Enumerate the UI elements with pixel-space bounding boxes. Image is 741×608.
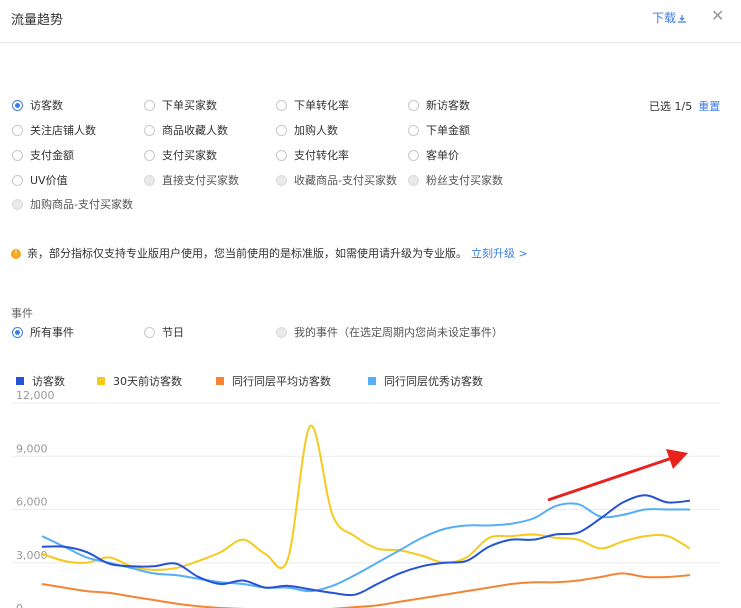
radio-button[interactable] bbox=[12, 150, 23, 161]
option-label: 下单转化率 bbox=[294, 99, 349, 112]
legend-label: 同行同层平均访客数 bbox=[232, 375, 331, 388]
legend-label: 同行同层优秀访客数 bbox=[384, 375, 483, 388]
radio-button[interactable] bbox=[12, 175, 23, 186]
radio-button bbox=[12, 199, 23, 210]
y-tick-label: 9,000 bbox=[16, 442, 48, 455]
y-tick-label: 6,000 bbox=[16, 496, 48, 509]
radio-button[interactable] bbox=[276, 125, 287, 136]
download-button[interactable]: 下载 bbox=[652, 9, 687, 26]
legend-swatch bbox=[97, 377, 105, 385]
radio-button[interactable] bbox=[12, 125, 23, 136]
notice-text: 亲，部分指标仅支持专业版用户使用，您当前使用的是标准版，如需使用请升级为专业版。 bbox=[27, 247, 467, 260]
radio-button bbox=[144, 175, 155, 186]
option-label: 收藏商品-支付买家数 bbox=[294, 174, 397, 187]
legend-swatch bbox=[16, 377, 24, 385]
close-icon[interactable]: ✕ bbox=[711, 6, 724, 25]
radio-button[interactable] bbox=[144, 327, 155, 338]
option-label: 节日 bbox=[162, 326, 184, 339]
legend-item[interactable]: 30天前访客数 bbox=[97, 373, 182, 389]
download-label: 下载 bbox=[652, 11, 677, 25]
panel-header: 流量趋势 下载 ✕ bbox=[0, 0, 741, 43]
option-label: 加购人数 bbox=[294, 124, 338, 137]
option-label: UV价值 bbox=[30, 174, 68, 187]
radio-button[interactable] bbox=[12, 100, 23, 111]
radio-button[interactable] bbox=[408, 100, 419, 111]
radio-button bbox=[276, 175, 287, 186]
radio-button bbox=[408, 175, 419, 186]
events-label: 事件 bbox=[11, 307, 33, 320]
upgrade-link[interactable]: 立刻升级 > bbox=[471, 247, 528, 260]
option-label: 下单金额 bbox=[426, 124, 470, 137]
option-label: 新访客数 bbox=[426, 99, 470, 112]
option-label: 支付买家数 bbox=[162, 149, 217, 162]
y-tick-label: 3,000 bbox=[16, 549, 48, 562]
selected-count: 已选 1/5 bbox=[649, 100, 693, 113]
series-line bbox=[41, 425, 691, 571]
radio-button[interactable] bbox=[408, 125, 419, 136]
radio-button[interactable] bbox=[276, 150, 287, 161]
option-label: 直接支付买家数 bbox=[162, 174, 239, 187]
annotation-arrow bbox=[547, 456, 673, 502]
radio-button[interactable] bbox=[12, 327, 23, 338]
legend-label: 30天前访客数 bbox=[113, 375, 182, 388]
radio-button bbox=[276, 327, 287, 338]
page-title: 流量趋势 bbox=[11, 13, 64, 28]
legend-label: 访客数 bbox=[32, 375, 65, 388]
option-label: 所有事件 bbox=[30, 326, 74, 339]
option-label: 客单价 bbox=[426, 149, 459, 162]
option-label: 关注店铺人数 bbox=[30, 124, 96, 137]
legend-item[interactable]: 同行同层平均访客数 bbox=[216, 373, 331, 389]
option-label: 下单买家数 bbox=[162, 99, 217, 112]
radio-button[interactable] bbox=[276, 100, 287, 111]
option-label: 支付转化率 bbox=[294, 149, 349, 162]
download-icon bbox=[678, 14, 687, 23]
reset-link[interactable]: 重置 bbox=[698, 100, 720, 113]
option-label: 我的事件（在选定周期内您尚未设定事件） bbox=[294, 326, 503, 339]
legend-swatch bbox=[216, 377, 224, 385]
option-label: 访客数 bbox=[30, 99, 63, 112]
radio-button[interactable] bbox=[408, 150, 419, 161]
radio-button[interactable] bbox=[144, 125, 155, 136]
y-tick-label: 12,000 bbox=[16, 389, 55, 402]
legend-item[interactable]: 同行同层优秀访客数 bbox=[368, 373, 483, 389]
legend-item[interactable]: 访客数 bbox=[16, 373, 65, 389]
option-label: 加购商品-支付买家数 bbox=[30, 198, 133, 211]
option-label: 商品收藏人数 bbox=[162, 124, 228, 137]
legend-swatch bbox=[368, 377, 376, 385]
upgrade-notice: ! 亲，部分指标仅支持专业版用户使用，您当前使用的是标准版，如需使用请升级为专业版… bbox=[11, 245, 528, 261]
warning-icon: ! bbox=[11, 249, 21, 259]
selection-status: 已选 1/5 重置 bbox=[649, 98, 720, 114]
option-label: 支付金额 bbox=[30, 149, 74, 162]
radio-button[interactable] bbox=[144, 150, 155, 161]
option-label: 粉丝支付买家数 bbox=[426, 174, 503, 187]
traffic-line-chart: 0 3,000 6,000 9,000 12,000 bbox=[12, 389, 720, 608]
radio-button[interactable] bbox=[144, 100, 155, 111]
y-tick-label: 0 bbox=[16, 602, 23, 608]
